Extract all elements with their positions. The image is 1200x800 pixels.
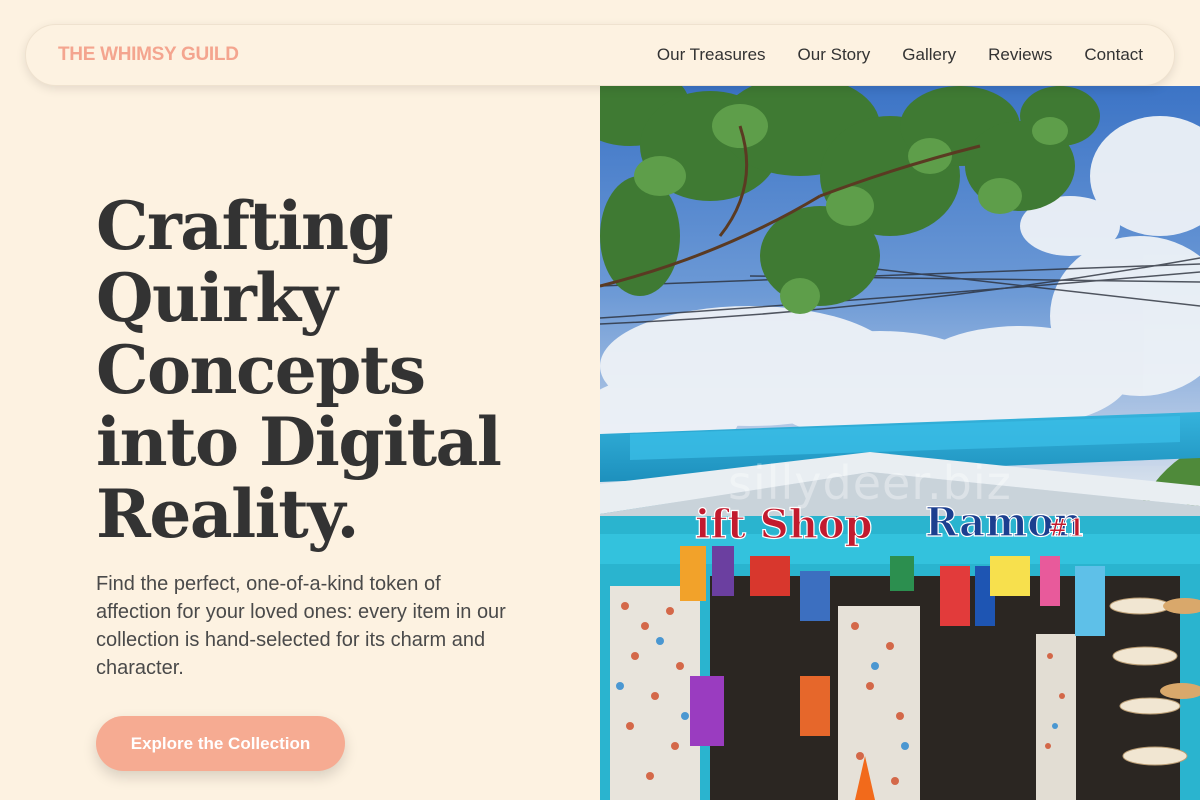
nav-link-gallery[interactable]: Gallery	[902, 45, 956, 65]
headline-line: Concepts	[96, 331, 426, 409]
nav-links: Our Treasures Our Story Gallery Reviews …	[657, 45, 1143, 65]
hero-description: Find the perfect, one-of-a-kind token of…	[96, 573, 506, 679]
headline-line: Reality.	[96, 475, 360, 553]
top-navbar: THE WHIMSY GUILD Our Treasures Our Story…	[25, 24, 1175, 86]
hero-section: Crafting Quirky Concepts into Digital Re…	[96, 190, 566, 682]
nav-link-our-treasures[interactable]: Our Treasures	[657, 45, 766, 65]
nav-link-our-story[interactable]: Our Story	[798, 45, 871, 65]
image-watermark: sillydeer.biz	[728, 456, 1012, 510]
brand-logo[interactable]: THE WHIMSY GUILD	[58, 44, 239, 66]
explore-collection-button[interactable]: Explore the Collection	[96, 716, 345, 771]
headline-line: Crafting	[96, 187, 394, 265]
nav-link-contact[interactable]: Contact	[1084, 45, 1143, 65]
hero-headline: Crafting Quirky Concepts into Digital Re…	[96, 190, 566, 550]
hero-image-gift-shop: ift Shop Ramon #1 sillydeer.biz	[600, 86, 1200, 800]
sign-number: #1	[1048, 513, 1085, 542]
headline-line: Quirky	[96, 259, 338, 337]
headline-line: into Digital	[96, 403, 502, 481]
nav-link-reviews[interactable]: Reviews	[988, 45, 1052, 65]
